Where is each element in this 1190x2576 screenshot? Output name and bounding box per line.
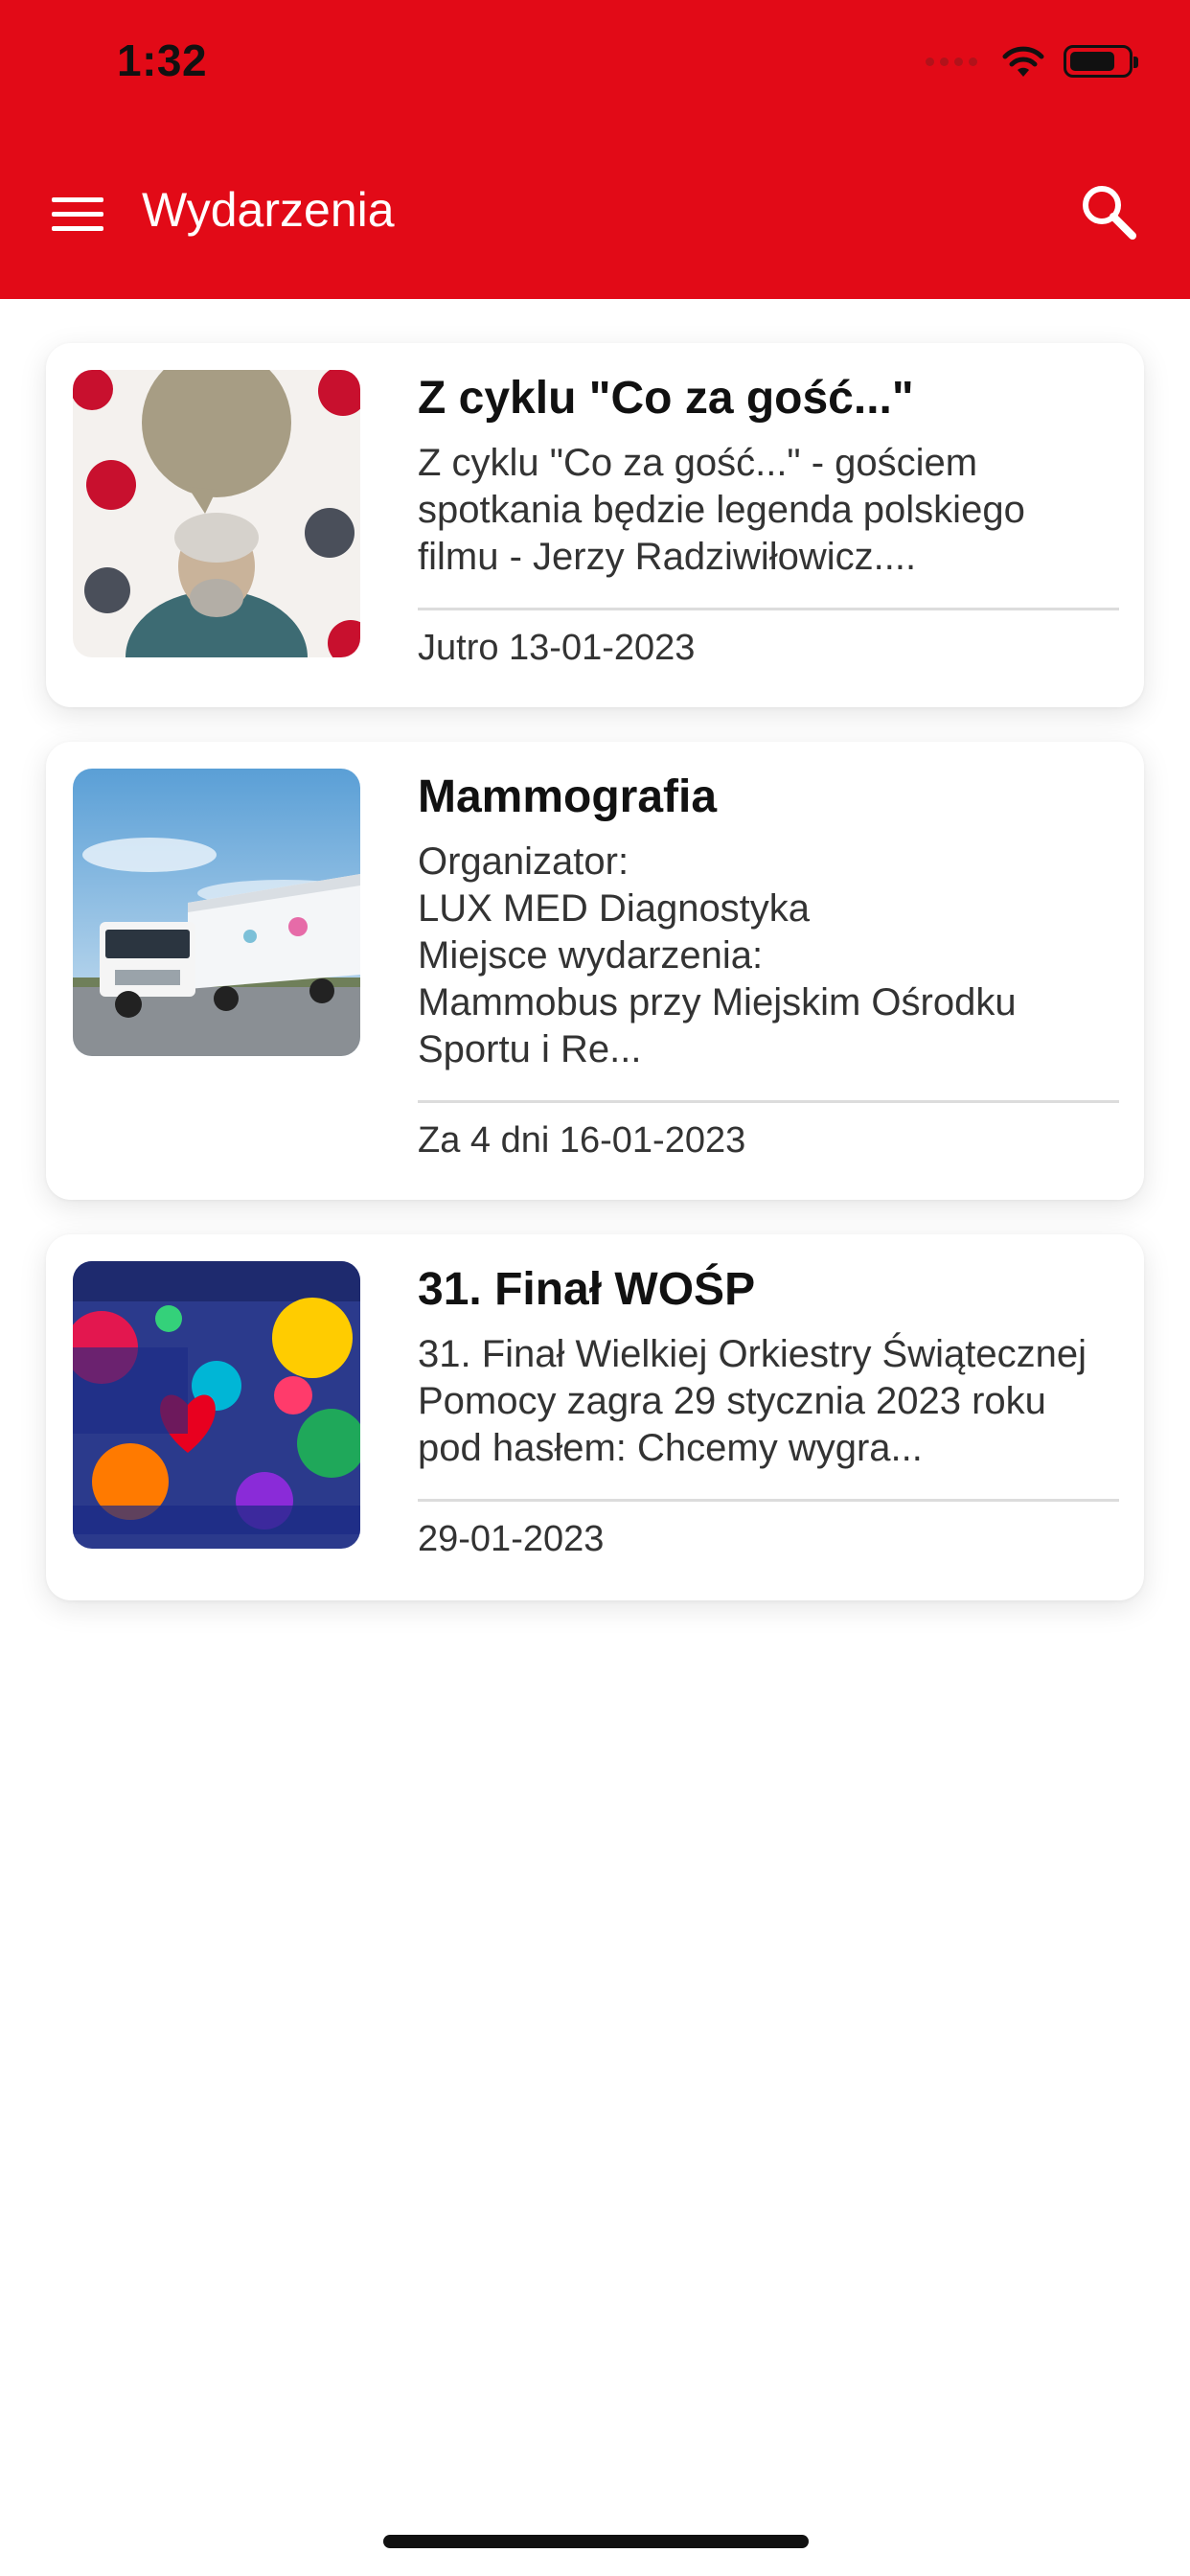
search-icon[interactable] [1077,180,1140,243]
page-title: Wydarzenia [142,183,395,237]
divider [418,1100,1119,1104]
event-thumbnail [73,370,360,657]
event-date: Jutro 13-01-2023 [418,628,696,669]
battery-icon [1064,45,1138,78]
wifi-icon [1002,46,1044,77]
event-card[interactable]: 31. Finał WOŚP 31. Finał Wielkiej Orkies… [46,1234,1144,1600]
event-title: Mammografia [418,771,718,822]
event-title: Z cyklu "Co za gość..." [418,373,914,424]
cellular-signal-icon [926,57,977,66]
divider [418,1499,1119,1503]
app-header: 1:32 Wydarzenia [0,0,1190,299]
event-date: Za 4 dni 16-01-2023 [418,1120,746,1162]
status-icons [926,42,1138,80]
divider [418,608,1119,611]
event-thumbnail [73,1261,360,1549]
event-thumbnail [73,769,360,1056]
event-date: 29-01-2023 [418,1519,605,1560]
event-card[interactable]: Mammografia Organizator: LUX MED Diagnos… [46,742,1144,1200]
event-title: 31. Finał WOŚP [418,1264,756,1315]
hamburger-menu-icon[interactable] [52,197,103,232]
event-description: Organizator: LUX MED Diagnostyka Miejsce… [418,840,1017,1071]
home-indicator[interactable] [383,2535,809,2548]
status-time: 1:32 [117,35,208,85]
event-description: 31. Finał Wielkiej Orkiestry Świątecznej… [418,1333,1087,1470]
event-description: Z cyklu "Co za gość..." - gościem spotka… [418,442,1025,579]
events-list: Z cyklu "Co za gość..." Z cyklu "Co za g… [46,343,1144,1635]
event-card[interactable]: Z cyklu "Co za gość..." Z cyklu "Co za g… [46,343,1144,707]
